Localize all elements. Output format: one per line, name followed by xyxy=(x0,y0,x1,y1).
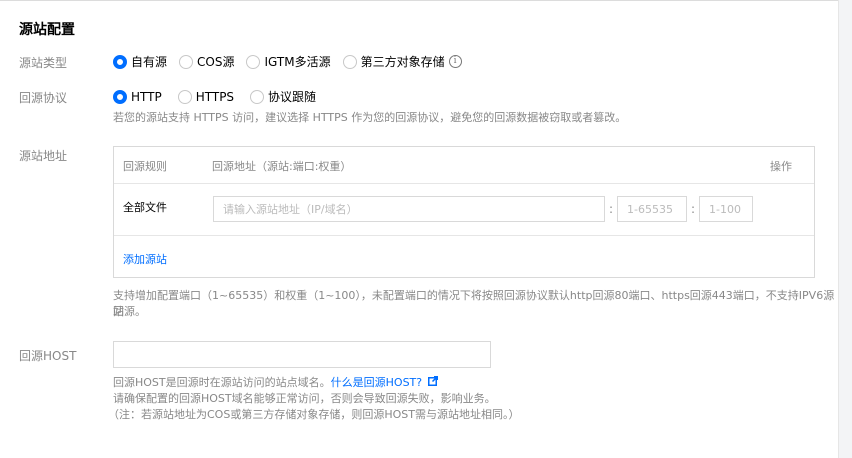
protocol-option-follow[interactable]: 协议跟随 xyxy=(250,88,316,105)
origin-type-option-own[interactable]: 自有源 xyxy=(113,53,167,70)
origin-type-option-igtm[interactable]: IGTM多活源 xyxy=(246,53,331,70)
column-header-address: 回源地址（源站:端口:权重） xyxy=(212,160,352,173)
origin-protocol-radio-group: HTTP HTTPS 协议跟随 xyxy=(113,88,328,105)
radio-unchecked-icon xyxy=(246,54,261,69)
radio-checked-icon xyxy=(113,54,127,69)
what-is-origin-host-link[interactable]: 什么是回源HOST? xyxy=(331,376,422,389)
origin-host-hint-line1: 回源HOST是回源时在源站访问的站点域名。什么是回源HOST? xyxy=(113,375,439,391)
radio-unchecked-icon xyxy=(342,54,357,69)
origin-host-hint-line2: 请确保配置的回源HOST域名能够正常访问，否则会导致回源失败，影响业务。 xyxy=(113,392,496,405)
origin-protocol-label: 回源协议 xyxy=(19,91,68,105)
radio-unchecked-icon xyxy=(177,89,192,104)
weight-input[interactable] xyxy=(699,196,753,222)
table-header: 回源规则 回源地址（源站:端口:权重） 操作 xyxy=(114,147,814,184)
origin-host-hint-line3: （注：若源站地址为COS或第三方存储对象存储，则回源HOST需与源站地址相同。） xyxy=(108,408,520,421)
origin-type-option-cos[interactable]: COS源 xyxy=(179,53,234,70)
add-origin-link[interactable]: 添加源站 xyxy=(123,251,167,267)
radio-checked-icon xyxy=(113,89,127,104)
origin-address-hint-line2: 回源。 xyxy=(113,305,146,318)
origin-type-option-third-party[interactable]: 第三方对象存储 xyxy=(342,53,445,70)
port-input[interactable] xyxy=(617,196,687,222)
protocol-option-https[interactable]: HTTPS xyxy=(177,89,234,104)
origin-host-label: 回源HOST xyxy=(19,349,77,363)
address-port-separator: : xyxy=(609,202,614,216)
radio-unchecked-icon xyxy=(250,89,265,104)
protocol-option-http[interactable]: HTTP xyxy=(113,89,162,104)
origin-address-input[interactable] xyxy=(213,196,605,222)
origin-config-panel: 源站配置 源站类型 自有源 COS源 IGTM多活源 第三方对象存储 i 回源协… xyxy=(0,0,839,458)
column-header-action: 操作 xyxy=(770,160,792,173)
origin-address-table: 回源规则 回源地址（源站:端口:权重） 操作 全部文件 : : 添加源站 xyxy=(113,146,815,278)
info-circle-icon[interactable]: i xyxy=(448,55,462,68)
origin-host-hint-text: 回源HOST是回源时在源站访问的站点域名。 xyxy=(113,376,331,389)
origin-type-label: 源站类型 xyxy=(19,56,68,70)
external-link-icon[interactable] xyxy=(428,375,439,391)
row-divider xyxy=(114,235,814,236)
column-header-rule: 回源规则 xyxy=(123,160,167,173)
origin-address-label: 源站地址 xyxy=(19,149,68,163)
rule-cell: 全部文件 xyxy=(123,201,167,214)
port-weight-separator: : xyxy=(691,202,696,216)
section-title: 源站配置 xyxy=(19,22,75,38)
radio-unchecked-icon xyxy=(179,54,194,69)
origin-host-input[interactable] xyxy=(113,341,491,368)
top-divider xyxy=(0,0,838,1)
origin-type-radio-group: 自有源 COS源 IGTM多活源 第三方对象存储 i xyxy=(113,53,462,70)
origin-address-hint-line1: 支持增加配置端口（1~65535）和权重（1~100），未配置端口的情况下将按照… xyxy=(113,289,835,318)
protocol-hint: 若您的源站支持 HTTPS 访问，建议选择 HTTPS 作为您的回源协议，避免您… xyxy=(113,111,627,124)
